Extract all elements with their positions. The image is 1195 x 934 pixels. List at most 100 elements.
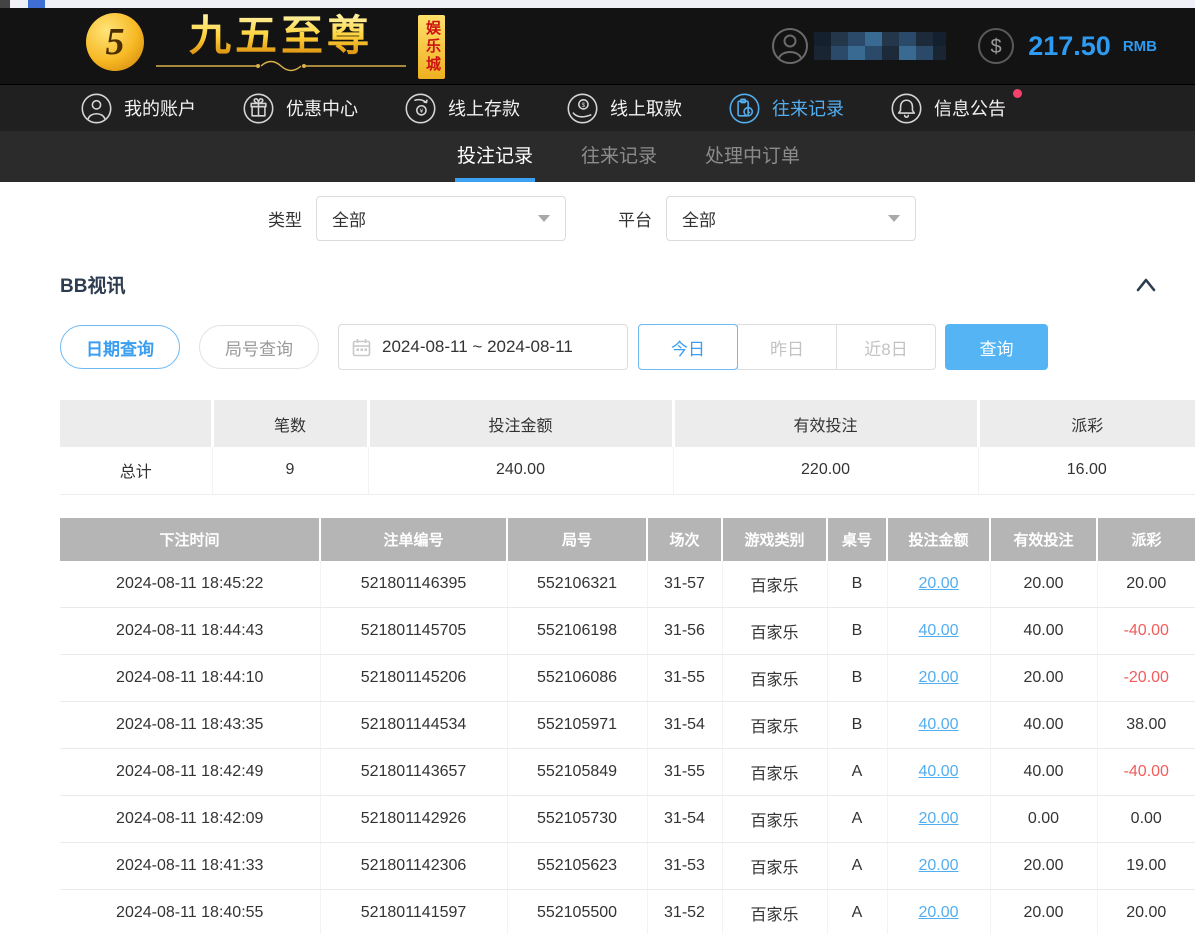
date-range-input[interactable]: 2024-08-11 ~ 2024-08-11 (338, 324, 628, 370)
table-cell: 521801145206 (320, 655, 507, 702)
table-cell: A (827, 796, 887, 843)
summary-row: 总计 9 240.00 220.00 16.00 (60, 447, 1195, 494)
table-cell: 2024-08-11 18:42:09 (60, 796, 320, 843)
table-cell: A (827, 749, 887, 796)
search-button[interactable]: 查询 (945, 324, 1048, 370)
table-cell: 31-55 (647, 655, 722, 702)
summary-header-payout: 派彩 (978, 400, 1195, 447)
table-cell: 2024-08-11 18:40:55 (60, 890, 320, 934)
cell-bet-amount: 20.00 (887, 655, 990, 702)
table-cell: 31-52 (647, 890, 722, 934)
today-button[interactable]: 今日 (638, 324, 738, 370)
calendar-icon (352, 338, 371, 357)
svg-text:$: $ (582, 102, 586, 109)
brand-logo[interactable]: 5 九五至尊 娱乐城 (86, 13, 445, 79)
notification-dot (1013, 89, 1022, 98)
page: 5 九五至尊 娱乐城 (0, 0, 1195, 934)
table-cell: 20.00 (990, 561, 1097, 608)
nav-item-transaction-records[interactable]: 往来记录 (728, 92, 844, 125)
table-cell: B (827, 655, 887, 702)
table-cell: 40.00 (990, 608, 1097, 655)
summary-header-count: 笔数 (212, 400, 368, 447)
type-select-value: 全部 (332, 206, 366, 231)
brand-badge: 娱乐城 (418, 15, 445, 79)
bet-amount-link[interactable]: 40.00 (918, 622, 958, 639)
col-payout: 派彩 (1097, 518, 1195, 561)
nav-item-announcements[interactable]: 信息公告 (890, 92, 1006, 125)
summary-bet-amount: 240.00 (368, 447, 673, 494)
cell-bet-amount: 40.00 (887, 608, 990, 655)
table-cell: 552105500 (507, 890, 647, 934)
tab-transaction-records[interactable]: 往来记录 (579, 131, 659, 182)
table-cell: 552105730 (507, 796, 647, 843)
table-cell: 0.00 (1097, 796, 1195, 843)
summary-table: 笔数 投注金额 有效投注 派彩 总计 9 240.00 220.00 16.00 (60, 400, 1195, 495)
table-cell: 百家乐 (722, 796, 827, 843)
col-order-number: 注单编号 (320, 518, 507, 561)
tab-bet-records[interactable]: 投注记录 (455, 131, 535, 182)
table-cell: 2024-08-11 18:44:43 (60, 608, 320, 655)
table-cell: B (827, 702, 887, 749)
filter-row: 类型 全部 平台 全部 (0, 195, 1195, 241)
table-cell: 19.00 (1097, 843, 1195, 890)
chevron-up-icon[interactable] (1133, 274, 1159, 296)
tab-processing-orders[interactable]: 处理中订单 (703, 131, 802, 182)
bet-amount-link[interactable]: 20.00 (918, 669, 958, 686)
table-cell: 百家乐 (722, 702, 827, 749)
table-cell: 百家乐 (722, 890, 827, 934)
platform-filter-label: 平台 (618, 206, 652, 231)
table-row: 2024-08-11 18:40:55521801141597552105500… (60, 890, 1195, 934)
table-cell: -20.00 (1097, 655, 1195, 702)
nav-item-deposit[interactable]: ¥ 线上存款 (404, 92, 520, 125)
col-game-type: 游戏类别 (722, 518, 827, 561)
table-cell: 31-56 (647, 608, 722, 655)
logo-monogram-icon: 5 (86, 13, 144, 71)
table-cell: 20.00 (1097, 890, 1195, 934)
table-cell: 552105623 (507, 843, 647, 890)
yesterday-button[interactable]: 昨日 (737, 324, 837, 370)
bet-amount-link[interactable]: 20.00 (918, 575, 958, 592)
nav-item-withdraw[interactable]: $ 线上取款 (566, 92, 682, 125)
strip-fragment (28, 0, 45, 8)
table-row: 2024-08-11 18:42:49521801143657552105849… (60, 749, 1195, 796)
table-cell: 0.00 (990, 796, 1097, 843)
bet-amount-link[interactable]: 40.00 (918, 763, 958, 780)
table-cell: 552105849 (507, 749, 647, 796)
type-select[interactable]: 全部 (316, 196, 566, 241)
date-range-value: 2024-08-11 ~ 2024-08-11 (382, 337, 573, 357)
nav-label: 信息公告 (934, 95, 1006, 121)
bet-amount-link[interactable]: 20.00 (918, 857, 958, 874)
summary-total-label: 总计 (60, 447, 212, 494)
cell-bet-amount: 20.00 (887, 890, 990, 934)
nav-item-my-account[interactable]: 我的账户 (80, 92, 196, 125)
nav-label: 我的账户 (124, 95, 196, 121)
col-bet-time: 下注时间 (60, 518, 320, 561)
nav-label: 线上取款 (610, 95, 682, 121)
table-cell: A (827, 890, 887, 934)
table-cell: 552106321 (507, 561, 647, 608)
bet-amount-link[interactable]: 40.00 (918, 716, 958, 733)
nav-item-promotions[interactable]: 优惠中心 (242, 92, 358, 125)
nav-label: 优惠中心 (286, 95, 358, 121)
logo-flourish-icon (156, 59, 406, 73)
balance-currency: RMB (1123, 38, 1157, 55)
platform-select[interactable]: 全部 (666, 196, 916, 241)
table-cell: 521801145705 (320, 608, 507, 655)
bet-amount-link[interactable]: 20.00 (918, 904, 958, 921)
table-cell: B (827, 608, 887, 655)
cell-bet-amount: 20.00 (887, 796, 990, 843)
cell-bet-amount: 40.00 (887, 702, 990, 749)
round-query-button[interactable]: 局号查询 (199, 325, 319, 369)
nav-label: 往来记录 (772, 95, 844, 121)
balance-display[interactable]: $ 217.50 RMB (976, 26, 1157, 66)
quick-range-group: 今日 昨日 近8日 (638, 324, 936, 370)
bet-amount-link[interactable]: 20.00 (918, 810, 958, 827)
table-cell: 2024-08-11 18:41:33 (60, 843, 320, 890)
table-cell: 31-57 (647, 561, 722, 608)
last8days-button[interactable]: 近8日 (836, 324, 936, 370)
user-account[interactable] (770, 26, 946, 66)
col-round-number: 局号 (507, 518, 647, 561)
date-query-button[interactable]: 日期查询 (60, 325, 180, 369)
svg-text:$: $ (991, 36, 1002, 58)
bet-records-table: 下注时间 注单编号 局号 场次 游戏类别 桌号 投注金额 有效投注 派彩 202… (60, 518, 1195, 934)
